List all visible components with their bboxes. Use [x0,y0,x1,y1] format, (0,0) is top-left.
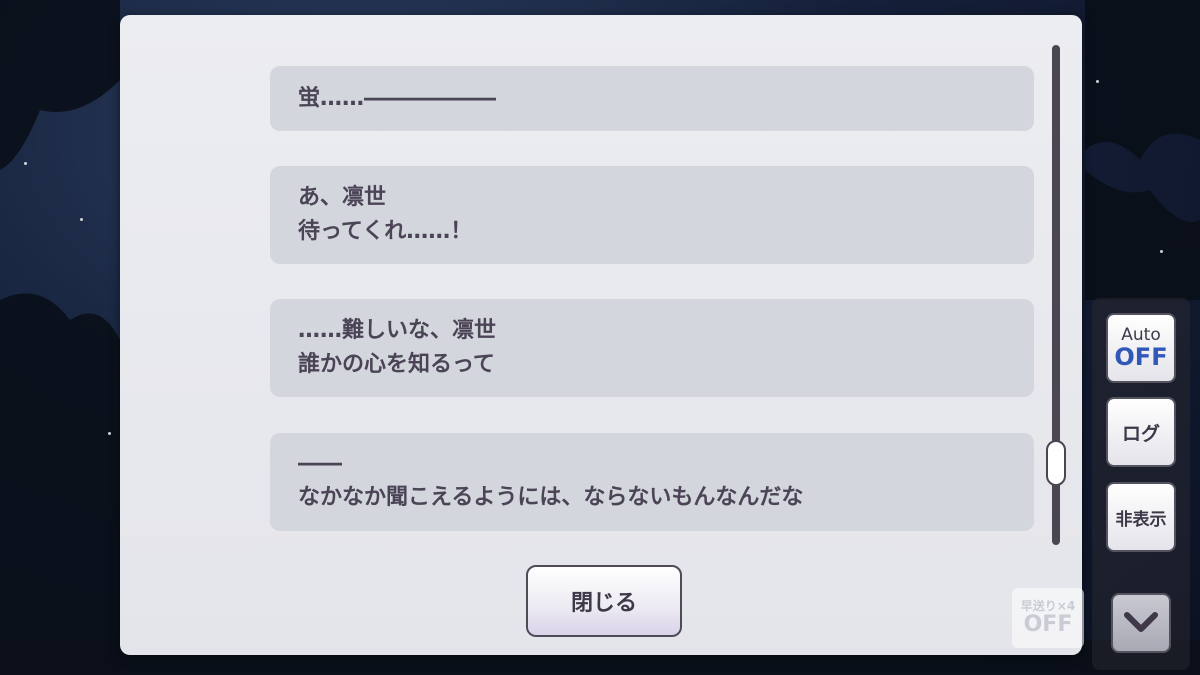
hide-button-label: 非表示 [1115,509,1167,530]
log-entry: あ、凛世 待ってくれ……！ [270,166,1034,264]
log-line: あ、凛世 [298,185,387,210]
log-line: 待ってくれ……！ [298,219,473,244]
log-line: ―― [298,451,342,476]
log-line: ……難しいな、凛世 [298,318,497,343]
log-scrollbar-thumb[interactable] [1046,440,1066,486]
star [1160,250,1163,253]
log-entry: ―― なかなか聞こえるようには、ならないもんなんだな [270,433,1034,531]
close-button[interactable]: 閉じる [526,565,682,637]
fast-forward-label: 早送り×4 [1020,599,1076,613]
log-button[interactable]: ログ [1106,397,1176,467]
auto-state: OFF [1114,343,1168,371]
message-log-panel: 蛍……―――――― あ、凛世 待ってくれ……！ ……難しいな、凛世 誰かの心を知… [120,15,1082,655]
star [108,432,111,435]
star [1096,80,1099,83]
auto-toggle-button[interactable]: Auto OFF [1106,313,1176,383]
hide-ui-button[interactable]: 非表示 [1106,482,1176,552]
star [80,218,83,221]
log-line: なかなか聞こえるようには、ならないもんなんだな [298,485,804,510]
log-entry: 蛍……―――――― [270,66,1034,131]
fast-forward-state: OFF [1023,612,1073,637]
chevron-down-icon [1124,612,1158,632]
close-button-label: 閉じる [570,591,637,616]
fast-forward-indicator[interactable]: 早送り×4 OFF [1012,588,1084,648]
log-line: 蛍……―――――― [298,86,497,111]
log-entry: ……難しいな、凛世 誰かの心を知るって [270,299,1034,397]
log-line: 誰かの心を知るって [298,352,495,377]
star [24,162,27,165]
auto-label: Auto [1121,325,1161,345]
collapse-menu-button[interactable] [1111,593,1171,653]
log-button-label: ログ [1121,422,1160,445]
